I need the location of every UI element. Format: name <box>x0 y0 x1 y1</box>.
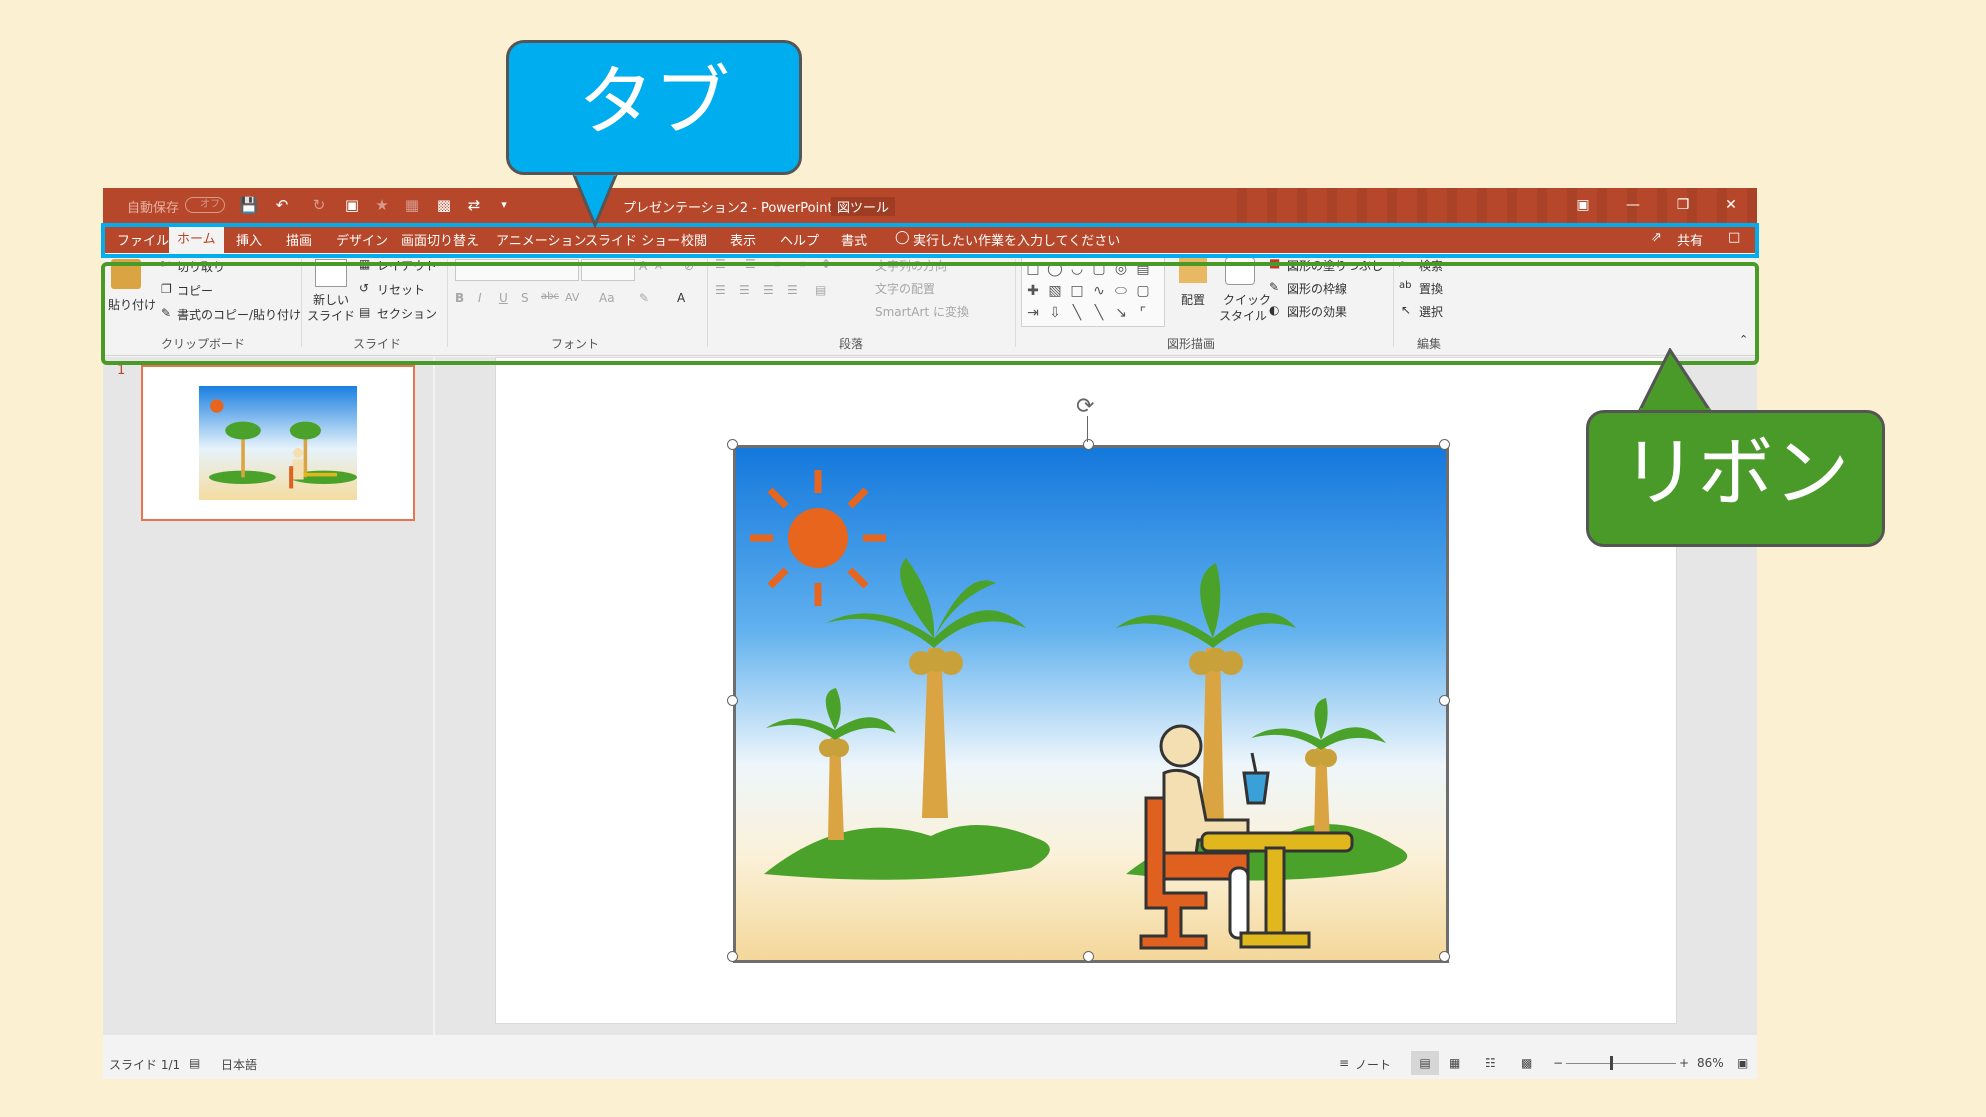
resize-handle-bottom-left[interactable] <box>727 951 738 962</box>
slideshow-view-icon[interactable]: ▩ <box>1521 1056 1532 1070</box>
redo-icon[interactable]: ↻ <box>308 194 330 216</box>
swap-icon[interactable]: ⇄ <box>463 194 485 216</box>
accessibility-icon[interactable]: ▤ <box>189 1056 200 1070</box>
reading-view-icon[interactable]: ☷ <box>1485 1056 1496 1070</box>
fit-slide-icon[interactable]: ▣ <box>1737 1056 1748 1070</box>
save-icon[interactable]: 💾 <box>238 194 260 216</box>
resize-handle-bottom-right[interactable] <box>1439 951 1450 962</box>
ribbon-highlight-box <box>101 262 1759 365</box>
resize-handle-right[interactable] <box>1439 695 1450 706</box>
picture-icon[interactable]: ▦ <box>401 194 423 216</box>
beach-illustration <box>736 448 1446 960</box>
rotation-stem <box>1087 416 1088 442</box>
zoom-out-icon[interactable]: − <box>1553 1056 1563 1070</box>
zoom-slider[interactable] <box>1566 1063 1676 1064</box>
ribbon-callout: リボン <box>1586 410 1885 547</box>
sun-icon <box>750 470 886 606</box>
window-title: プレゼンテーション2 - PowerPoint <box>623 201 833 216</box>
resize-handle-bottom[interactable] <box>1083 951 1094 962</box>
rotate-handle-icon[interactable]: ⟳ <box>1076 394 1094 419</box>
zoom-level[interactable]: 86% <box>1697 1056 1724 1070</box>
normal-view-icon[interactable]: ▤ <box>1411 1051 1439 1075</box>
resize-handle-left[interactable] <box>727 695 738 706</box>
ribbon-display-icon[interactable]: ▣ <box>1573 195 1593 215</box>
tab-callout: タブ <box>506 40 802 175</box>
notes-button[interactable]: ノート <box>1355 1056 1391 1073</box>
slide-number: 1 <box>117 363 126 378</box>
slide-thumbnail-pane: 1 <box>103 357 433 1035</box>
slide-sorter-icon[interactable]: ▦ <box>1449 1056 1460 1070</box>
title-bar: 自動保存 オフ 💾 ↶ ↻ ▣ ★ ▦ ▩ ⇄ ▾ プレゼンテーション2 - P… <box>103 188 1757 223</box>
slide-thumbnail[interactable] <box>141 365 415 521</box>
resize-handle-top-right[interactable] <box>1439 439 1450 450</box>
notes-icon[interactable]: ≡ <box>1339 1056 1349 1070</box>
resize-handle-top-left[interactable] <box>727 439 738 450</box>
screen: { "titlebar": { "autosave_label": "自動保存"… <box>0 0 1986 1117</box>
tab-callout-pointer <box>570 170 620 229</box>
autosave-toggle[interactable]: オフ <box>185 197 225 213</box>
close-icon[interactable]: ✕ <box>1721 195 1741 215</box>
presentation-icon[interactable]: ▩ <box>433 194 455 216</box>
status-bar: スライド 1/1 ▤ 日本語 ≡ ノート ▤ ▦ ☷ ▩ − + 86% ▣ <box>103 1048 1757 1078</box>
restore-icon[interactable]: ❐ <box>1673 195 1693 215</box>
minimize-icon[interactable]: — <box>1623 195 1643 215</box>
resize-handle-top[interactable] <box>1083 439 1094 450</box>
spellcheck-icon[interactable]: ★ <box>371 194 393 216</box>
zoom-slider-thumb[interactable] <box>1610 1056 1613 1070</box>
customize-qat-icon[interactable]: ▾ <box>493 194 515 216</box>
language-indicator[interactable]: 日本語 <box>221 1056 257 1073</box>
beach-picture[interactable] <box>733 445 1449 963</box>
ribbon-callout-pointer <box>1636 348 1714 414</box>
zoom-in-icon[interactable]: + <box>1679 1056 1689 1070</box>
present-from-start-icon[interactable]: ▣ <box>341 194 363 216</box>
slide-count: スライド 1/1 <box>109 1058 181 1072</box>
tab-highlight-box <box>101 223 1759 258</box>
contextual-tab-group: 図ツール <box>831 197 896 216</box>
thumbnail-picture <box>198 386 358 500</box>
autosave-label: 自動保存 <box>127 201 180 216</box>
undo-icon[interactable]: ↶ <box>271 194 293 216</box>
